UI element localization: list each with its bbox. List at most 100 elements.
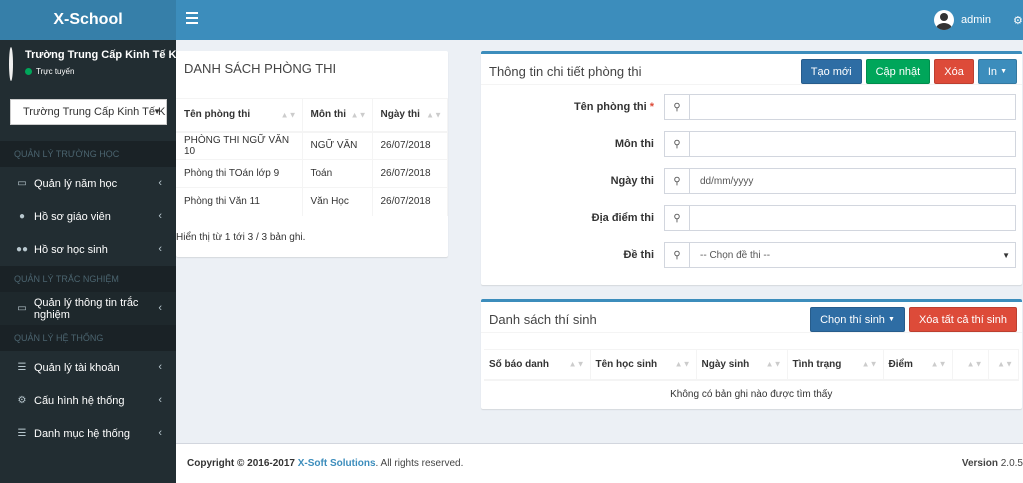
select-candidates-button[interactable]: Chọn thí sinh ▼	[810, 307, 905, 332]
map-marker-icon: ⚲	[664, 242, 690, 268]
caret-down-icon: ▼	[1002, 251, 1010, 260]
gear-icon[interactable]: ⚙	[1013, 14, 1023, 26]
chevron-left-icon: ‹	[158, 243, 162, 255]
sidebar-item-students[interactable]: ●● Hồ sơ học sinh ‹	[0, 233, 176, 266]
online-dot-icon	[25, 68, 32, 75]
chevron-left-icon: ‹	[158, 210, 162, 222]
sort-icon: ▲▼	[966, 359, 983, 369]
create-button[interactable]: Tạo mới	[800, 59, 862, 84]
chevron-left-icon: ‹	[158, 361, 162, 373]
user-status: Trực tuyến	[25, 67, 176, 76]
column-header-candidate-number[interactable]: Số báo danh ▲▼	[484, 349, 591, 381]
laptop-icon: ▭	[17, 178, 27, 189]
user-menu[interactable]: admin	[934, 10, 991, 30]
column-header-score[interactable]: Điểm ▲▼	[883, 349, 953, 381]
room-name-input[interactable]	[689, 94, 1016, 120]
gear-icon: ⚙	[17, 395, 27, 406]
table-row[interactable]: PHÒNG THI NGỮ VĂN 10 NGỮ VĂN 26/07/2018	[176, 131, 448, 160]
sidebar-item-teachers[interactable]: ● Hồ sơ giáo viên ‹	[0, 200, 176, 233]
sidebar-header-system: QUẢN LÝ HỆ THỐNG	[0, 325, 176, 351]
date-input[interactable]: dd/mm/yyyy	[689, 168, 1016, 194]
map-marker-icon: ⚲	[664, 131, 690, 157]
delete-button[interactable]: Xóa	[934, 59, 974, 84]
caret-down-icon: ▼	[1000, 68, 1007, 75]
sort-icon: ▲▼	[568, 359, 585, 369]
chevron-left-icon: ‹	[158, 177, 162, 189]
user-avatar	[9, 47, 13, 81]
user-icon: ●	[18, 211, 26, 222]
subject-input[interactable]	[689, 131, 1016, 157]
sort-icon: ▲▼	[861, 359, 878, 369]
column-header-room-name[interactable]: Tên phòng thi ▲▼	[176, 98, 303, 133]
subject-label: Môn thi	[614, 138, 654, 150]
update-button[interactable]: Cập nhật	[865, 59, 931, 84]
sidebar-item-school-year[interactable]: ▭ Quản lý năm học ‹	[0, 167, 176, 200]
exam-room-table: Tên phòng thi ▲▼ Môn thi ▲▼ Ngày thi ▲▼ PHÒ…	[176, 98, 448, 216]
sidebar: Trường Trung Cấp Kinh Tế K Trực tuyến Tr…	[0, 40, 176, 483]
delete-all-candidates-button[interactable]: Xóa tất cả thí sinh	[908, 307, 1017, 332]
exam-room-list-box: DANH SÁCH PHÒNG THI Tên phòng thi ▲▼ Môn …	[176, 51, 448, 257]
location-label: Địa điểm thi	[591, 212, 654, 224]
table-row[interactable]: Phòng thi Văn 11 Văn Học 26/07/2018	[176, 187, 448, 216]
sidebar-item-catalog[interactable]: ☰ Danh mục hệ thống ‹	[0, 417, 176, 450]
candidate-list-box: Danh sách thí sinh Chọn thí sinh ▼ Xóa t…	[481, 299, 1022, 409]
subject-row: Môn thi ⚲	[481, 131, 1022, 158]
date-row: Ngày thi ⚲ dd/mm/yyyy	[481, 168, 1022, 195]
empty-message: Không có bản ghi nào được tìm thấy	[484, 379, 1019, 408]
top-navbar: admin ⚙	[176, 0, 1023, 40]
sidebar-item-accounts[interactable]: ☰ Quản lý tài khoản ‹	[0, 351, 176, 384]
exam-room-detail-box: Thông tin chi tiết phòng thi Tạo mới Cập…	[481, 51, 1022, 285]
sort-icon: ▲▼	[674, 359, 691, 369]
room-name-row: Tên phòng thi * ⚲	[481, 94, 1022, 121]
sidebar-header-quiz: QUẢN LÝ TRẮC NGHIỆM	[0, 266, 176, 292]
room-name-label: Tên phòng thi *	[573, 101, 654, 113]
location-input[interactable]	[689, 205, 1016, 231]
candidate-list-title: Danh sách thí sinh	[489, 312, 597, 327]
detail-title: Thông tin chi tiết phòng thi	[489, 64, 642, 79]
bars-icon: ☰	[17, 428, 27, 439]
sidebar-toggle-icon[interactable]	[186, 12, 198, 24]
map-marker-icon: ⚲	[664, 94, 690, 120]
sidebar-header-school: QUẢN LÝ TRƯỜNG HỌC	[0, 141, 176, 167]
empty-row: Không có bản ghi nào được tìm thấy	[484, 379, 1019, 408]
column-header-extra-1[interactable]: ▲▼	[952, 349, 989, 381]
exam-row: Đề thi ⚲ -- Chọn đề thi -- ▼	[481, 242, 1022, 269]
laptop-icon: ▭	[17, 303, 27, 314]
footer: Copyright © 2016-2017 X-Soft Solutions. …	[176, 443, 1023, 483]
copyright: Copyright © 2016-2017 X-Soft Solutions. …	[187, 458, 464, 469]
column-header-student-name[interactable]: Tên học sinh ▲▼	[590, 349, 697, 381]
username: admin	[961, 14, 991, 26]
sort-icon: ▲▼	[765, 359, 782, 369]
print-button[interactable]: In ▼	[977, 59, 1017, 84]
users-icon: ●●	[16, 244, 29, 255]
table-row[interactable]: Phòng thi TOán lớp 9 Toán 26/07/2018	[176, 159, 448, 188]
app-logo[interactable]: X-School	[0, 0, 176, 40]
caret-down-icon: ▼	[888, 316, 895, 323]
exam-select[interactable]: -- Chọn đề thi -- ▼	[689, 242, 1016, 268]
avatar	[934, 10, 955, 30]
school-select[interactable]: Trường Trung Cấp Kinh Tế K ▼	[10, 99, 167, 125]
pagination-info: Hiển thị từ 1 tới 3 / 3 bản ghi.	[176, 232, 306, 243]
column-header-birthdate[interactable]: Ngày sinh ▲▼	[696, 349, 788, 381]
candidate-table: Số báo danh ▲▼ Tên học sinh ▲▼ Ngày sinh ▲▼…	[484, 349, 1019, 408]
column-header-date[interactable]: Ngày thi ▲▼	[372, 98, 448, 133]
sort-icon: ▲▼	[930, 359, 947, 369]
date-label: Ngày thi	[610, 175, 654, 187]
chevron-left-icon: ‹	[158, 302, 162, 314]
user-panel: Trường Trung Cấp Kinh Tế K Trực tuyến	[0, 40, 176, 94]
column-header-subject[interactable]: Môn thi ▲▼	[302, 98, 373, 133]
column-header-extra-2[interactable]: ▲▼	[988, 349, 1019, 381]
map-marker-icon: ⚲	[664, 168, 690, 194]
chevron-left-icon: ‹	[158, 394, 162, 406]
brand-link[interactable]: X-Soft Solutions	[298, 458, 376, 469]
version: Version 2.0.5	[961, 458, 1023, 469]
exam-label: Đề thi	[623, 249, 654, 261]
chevron-left-icon: ‹	[158, 427, 162, 439]
caret-down-icon: ▼	[153, 107, 161, 116]
column-header-status[interactable]: Tình trạng ▲▼	[787, 349, 884, 381]
sidebar-item-config[interactable]: ⚙ Cấu hình hệ thống ‹	[0, 384, 176, 417]
sidebar-item-quiz-info[interactable]: ▭ Quản lý thông tin trắc nghiệm ‹	[0, 292, 176, 325]
exam-room-list-title: DANH SÁCH PHÒNG THI	[184, 61, 337, 76]
bars-icon: ☰	[17, 362, 27, 373]
sort-icon: ▲▼	[426, 110, 442, 120]
